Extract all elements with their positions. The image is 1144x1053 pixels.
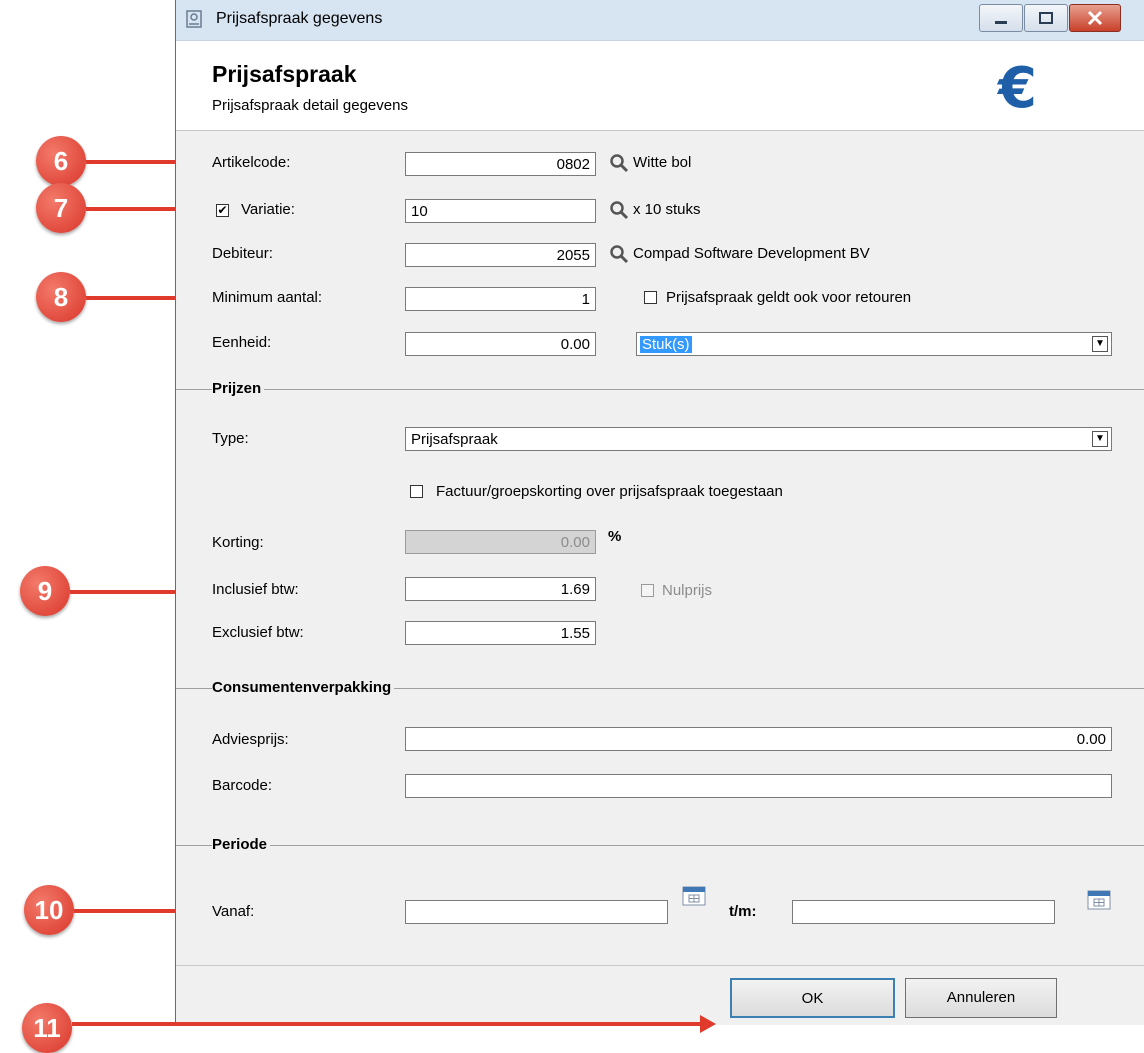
inclusief-label: Inclusief btw:	[212, 581, 299, 598]
prijzen-separator	[176, 389, 1144, 390]
footer-separator	[176, 965, 1144, 966]
eenheid-unit-selected: Stuk(s)	[640, 336, 692, 353]
artikelcode-label: Artikelcode:	[212, 154, 291, 171]
nulprijs-checkbox	[641, 584, 654, 597]
callout-arrow-9	[70, 590, 184, 594]
close-button[interactable]	[1069, 4, 1121, 32]
callout-badge-10: 10	[24, 885, 74, 935]
title-bar[interactable]: Prijsafspraak gegevens	[176, 0, 1144, 41]
euro-icon: €	[998, 56, 1037, 121]
artikel-description: Witte bol	[633, 154, 692, 171]
minimize-button[interactable]	[979, 4, 1023, 32]
callout-arrow-11-line	[72, 1022, 707, 1026]
exclusief-label: Exclusief btw:	[212, 624, 304, 641]
window-title: Prijsafspraak gegevens	[216, 10, 383, 27]
close-icon	[1087, 10, 1103, 26]
callout-arrow-8	[86, 296, 184, 300]
vanaf-input[interactable]	[405, 900, 668, 924]
ok-button[interactable]: OK	[730, 978, 895, 1018]
retouren-checkbox[interactable]	[644, 291, 657, 304]
artikelcode-input[interactable]: 0802	[405, 152, 596, 176]
header-subtitle: Prijsafspraak detail gegevens	[212, 97, 408, 114]
callout-badge-9: 9	[20, 566, 70, 616]
exclusief-input[interactable]: 1.55	[405, 621, 596, 645]
minimum-aantal-label: Minimum aantal:	[212, 289, 323, 306]
magnifier-icon[interactable]	[609, 200, 629, 220]
consumentenverpakking-section-title: Consumentenverpakking	[212, 679, 395, 696]
korting-label: Korting:	[212, 534, 264, 551]
korting-input: 0.00	[405, 530, 596, 554]
magnifier-icon[interactable]	[609, 153, 629, 173]
callout-badge-7: 7	[36, 183, 86, 233]
callout-arrow-10	[74, 909, 184, 913]
type-selected: Prijsafspraak	[411, 431, 498, 448]
tm-label: t/m:	[729, 903, 757, 920]
minimize-icon	[995, 21, 1007, 24]
eenheid-input[interactable]: 0.00	[405, 332, 596, 356]
debiteur-input[interactable]: 2055	[405, 243, 596, 267]
calendar-icon[interactable]	[682, 884, 706, 906]
header-title: Prijsafspraak	[212, 61, 357, 87]
calendar-icon[interactable]	[1087, 888, 1111, 910]
debiteur-label: Debiteur:	[212, 245, 273, 262]
adviesprijs-label: Adviesprijs:	[212, 731, 289, 748]
periode-separator	[176, 845, 1144, 846]
restore-button[interactable]	[1024, 4, 1068, 32]
callout-badge-11: 11	[22, 1003, 72, 1053]
retouren-label: Prijsafspraak geldt ook voor retouren	[666, 289, 912, 306]
type-select[interactable]: Prijsafspraak ▼	[405, 427, 1112, 451]
variatie-label: Variatie:	[241, 201, 295, 218]
restore-icon	[1039, 12, 1053, 24]
nulprijs-label: Nulprijs	[662, 582, 713, 599]
dropdown-arrow-icon[interactable]: ▼	[1092, 336, 1108, 352]
korting-unit: %	[608, 528, 622, 545]
dialog-window: Prijsafspraak gegevens Prijsafspraak Pri…	[175, 0, 1144, 1025]
callout-badge-6: 6	[36, 136, 86, 186]
barcode-label: Barcode:	[212, 777, 273, 794]
minimum-aantal-input[interactable]: 1	[405, 287, 596, 311]
inclusief-input[interactable]: 1.69	[405, 577, 596, 601]
eenheid-unit-select[interactable]: Stuk(s) ▼	[636, 332, 1112, 356]
callout-arrowhead-11	[700, 1015, 716, 1033]
callout-badge-8: 8	[36, 272, 86, 322]
callout-arrow-6	[86, 160, 184, 164]
annuleren-button[interactable]: Annuleren	[905, 978, 1057, 1018]
dropdown-arrow-icon[interactable]: ▼	[1092, 431, 1108, 447]
debiteur-description: Compad Software Development BV	[633, 245, 870, 262]
dialog-header: Prijsafspraak Prijsafspraak detail gegev…	[176, 41, 1144, 131]
variatie-input[interactable]: 10	[405, 199, 596, 223]
vanaf-label: Vanaf:	[212, 903, 255, 920]
periode-section-title: Periode	[212, 836, 271, 853]
factuurkorting-label: Factuur/groepskorting over prijsafspraak…	[436, 483, 783, 500]
type-label: Type:	[212, 430, 249, 447]
app-icon	[186, 10, 202, 28]
factuurkorting-checkbox[interactable]	[410, 485, 423, 498]
prijzen-section-title: Prijzen	[212, 380, 265, 397]
eenheid-label: Eenheid:	[212, 334, 272, 351]
barcode-input[interactable]	[405, 774, 1112, 798]
variatie-description: x 10 stuks	[633, 201, 701, 218]
magnifier-icon[interactable]	[609, 244, 629, 264]
adviesprijs-input[interactable]: 0.00	[405, 727, 1112, 751]
tm-input[interactable]	[792, 900, 1055, 924]
variatie-checkbox[interactable]: ✔	[216, 204, 229, 217]
callout-arrow-7	[86, 207, 184, 211]
